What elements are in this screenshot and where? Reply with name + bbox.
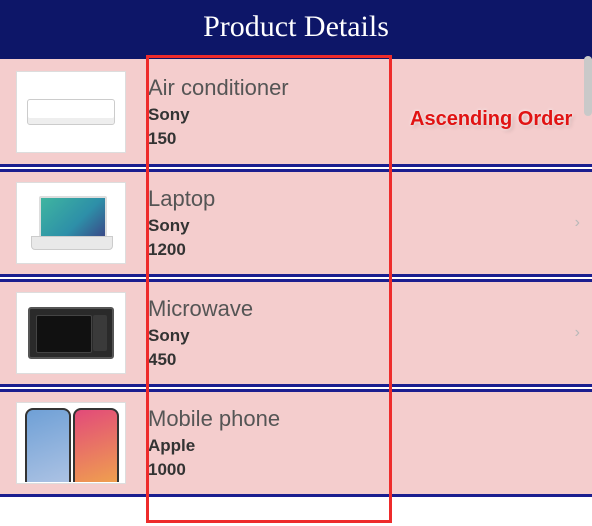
air-conditioner-icon — [27, 99, 115, 125]
mobile-phone-icon — [21, 404, 121, 482]
list-item[interactable]: Mobile phone Apple 1000 — [0, 389, 592, 497]
product-name: Microwave — [148, 296, 575, 322]
product-brand: Sony — [148, 326, 575, 346]
product-name: Mobile phone — [148, 406, 586, 432]
laptop-icon — [31, 196, 111, 250]
product-thumbnail — [16, 402, 126, 484]
chevron-right-icon: › — [575, 324, 586, 342]
product-info: Laptop Sony 1200 — [126, 186, 575, 260]
list-item[interactable]: Microwave Sony 450 › — [0, 279, 592, 387]
page-title: Product Details — [0, 0, 592, 59]
product-thumbnail — [16, 182, 126, 264]
microwave-icon — [28, 307, 114, 359]
product-name: Laptop — [148, 186, 575, 212]
chevron-right-icon: › — [575, 214, 586, 232]
product-price: 1200 — [148, 240, 575, 260]
annotation-label: Ascending Order — [410, 108, 572, 131]
product-brand: Sony — [148, 216, 575, 236]
list-item[interactable]: Laptop Sony 1200 › — [0, 169, 592, 277]
product-info: Mobile phone Apple 1000 — [126, 406, 586, 480]
product-thumbnail — [16, 71, 126, 153]
product-price: 1000 — [148, 460, 586, 480]
product-price: 450 — [148, 350, 575, 370]
product-thumbnail — [16, 292, 126, 374]
product-info: Microwave Sony 450 — [126, 296, 575, 370]
product-brand: Apple — [148, 436, 586, 456]
scrollbar-thumb[interactable] — [584, 56, 592, 116]
product-name: Air conditioner — [148, 75, 586, 101]
product-price: 150 — [148, 129, 586, 149]
